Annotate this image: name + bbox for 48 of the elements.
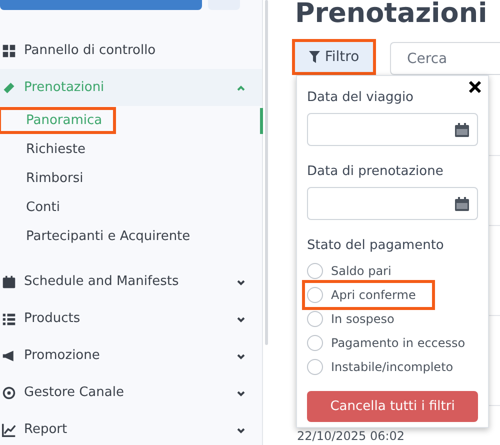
filter-button[interactable]: Filtro — [292, 39, 376, 75]
submenu-item[interactable]: Partecipanti e Acquirente — [0, 225, 202, 248]
sidebar-item[interactable]: Pannello di controllo — [0, 32, 262, 69]
search-field[interactable]: Cerca — [390, 42, 500, 75]
option-label: In sospeso — [331, 312, 394, 326]
sidebar-item[interactable]: Gestore Canale — [0, 374, 262, 411]
primary-button[interactable] — [0, 0, 202, 10]
date-field[interactable] — [307, 113, 478, 146]
close-icon[interactable] — [468, 80, 482, 94]
megaphone-icon — [2, 348, 16, 362]
date-field[interactable] — [307, 187, 478, 220]
option-label: Pagamento in eccesso — [331, 336, 466, 350]
option-label: Apri conferme — [331, 288, 416, 302]
calendar-icon — [455, 122, 469, 136]
radio-option[interactable]: Instabile/incompleto — [307, 357, 460, 377]
field-label: Data di prenotazione — [307, 164, 444, 179]
active-indicator — [260, 108, 263, 134]
calendar-icon — [2, 274, 16, 288]
list-icon — [2, 312, 16, 326]
grid-icon — [2, 44, 16, 58]
radio-button[interactable] — [307, 263, 323, 279]
ticket-icon — [2, 80, 16, 94]
radio-button[interactable] — [307, 335, 323, 351]
chart-icon — [2, 422, 16, 436]
radio-button[interactable] — [307, 287, 323, 303]
radio-option[interactable]: Pagamento in eccesso — [307, 333, 472, 353]
option-label: Saldo pari — [331, 264, 392, 278]
radio-option[interactable]: Apri conferme — [307, 285, 430, 305]
radio-button[interactable] — [307, 359, 323, 375]
date-text: 22/10/2025 06:02 — [297, 429, 405, 443]
sidebar-item[interactable]: Schedule and Manifests — [0, 263, 262, 300]
submenu-item[interactable]: Richieste — [0, 138, 98, 161]
clear-filters-button[interactable]: Cancella tutti i filtri — [307, 391, 478, 422]
page-title: Prenotazioni — [295, 0, 488, 28]
radio-option[interactable]: In sospeso — [307, 309, 400, 329]
radio-button[interactable] — [307, 311, 323, 327]
sidebar-item[interactable]: Report — [0, 411, 262, 445]
sidebar-item[interactable]: Promozione — [0, 337, 262, 374]
filter-icon — [308, 51, 320, 63]
gear-icon — [2, 386, 16, 400]
calendar-icon — [455, 196, 469, 210]
submenu-item[interactable]: Conti — [0, 196, 72, 219]
radio-option[interactable]: Saldo pari — [307, 261, 398, 281]
submenu-item[interactable]: Rimborsi — [0, 167, 96, 190]
sidebar-item[interactable]: Products — [0, 300, 262, 337]
section-label: Stato del pagamento — [307, 238, 445, 253]
field-label: Data del viaggio — [307, 90, 415, 105]
option-label: Instabile/incompleto — [331, 360, 454, 374]
